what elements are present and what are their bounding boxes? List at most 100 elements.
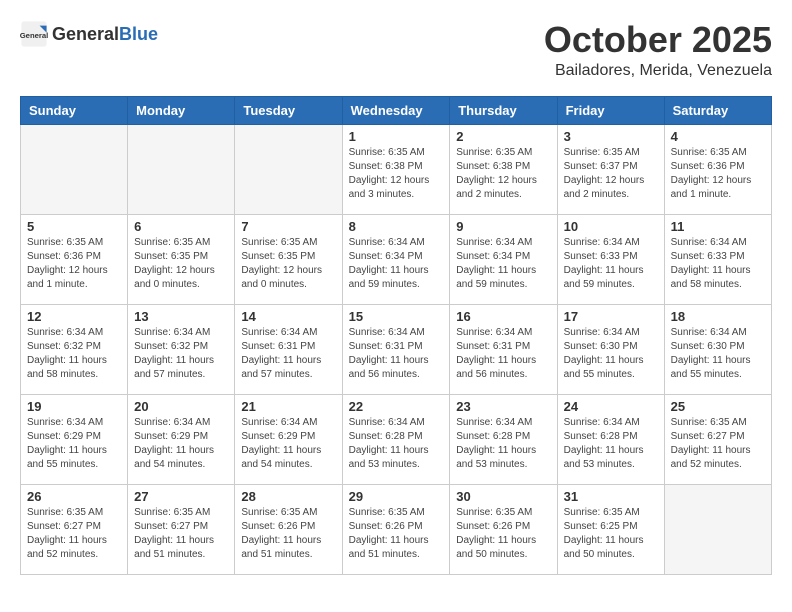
day-info: Sunrise: 6:34 AM Sunset: 6:29 PM Dayligh…: [27, 416, 121, 472]
day-info: Sunrise: 6:35 AM Sunset: 6:27 PM Dayligh…: [134, 506, 228, 562]
calendar-cell: 30 Sunrise: 6:35 AM Sunset: 6:26 PM Dayli…: [450, 484, 557, 574]
day-number: 8: [349, 219, 444, 234]
day-info: Sunrise: 6:34 AM Sunset: 6:28 PM Dayligh…: [564, 416, 658, 472]
day-number: 16: [456, 309, 550, 324]
day-number: 14: [241, 309, 335, 324]
calendar-cell: 21 Sunrise: 6:34 AM Sunset: 6:29 PM Dayli…: [235, 394, 342, 484]
day-number: 23: [456, 399, 550, 414]
day-number: 19: [27, 399, 121, 414]
day-info: Sunrise: 6:34 AM Sunset: 6:33 PM Dayligh…: [671, 236, 765, 292]
day-number: 30: [456, 489, 550, 504]
day-number: 10: [564, 219, 658, 234]
day-number: 24: [564, 399, 658, 414]
day-number: 26: [27, 489, 121, 504]
calendar-cell: 19 Sunrise: 6:34 AM Sunset: 6:29 PM Dayli…: [21, 394, 128, 484]
weekday-header-saturday: Saturday: [664, 96, 771, 124]
calendar-cell: 15 Sunrise: 6:34 AM Sunset: 6:31 PM Dayli…: [342, 304, 450, 394]
calendar-cell: 25 Sunrise: 6:35 AM Sunset: 6:27 PM Dayli…: [664, 394, 771, 484]
day-info: Sunrise: 6:34 AM Sunset: 6:32 PM Dayligh…: [27, 326, 121, 382]
day-number: 20: [134, 399, 228, 414]
day-info: Sunrise: 6:35 AM Sunset: 6:26 PM Dayligh…: [349, 506, 444, 562]
calendar-cell: 31 Sunrise: 6:35 AM Sunset: 6:25 PM Dayli…: [557, 484, 664, 574]
day-number: 2: [456, 129, 550, 144]
calendar-cell: 12 Sunrise: 6:34 AM Sunset: 6:32 PM Dayli…: [21, 304, 128, 394]
calendar-cell: 8 Sunrise: 6:34 AM Sunset: 6:34 PM Daylig…: [342, 214, 450, 304]
weekday-header-monday: Monday: [128, 96, 235, 124]
day-number: 21: [241, 399, 335, 414]
day-info: Sunrise: 6:34 AM Sunset: 6:30 PM Dayligh…: [671, 326, 765, 382]
title-area: October 2025 Bailadores, Merida, Venezue…: [544, 20, 772, 80]
calendar-cell: 27 Sunrise: 6:35 AM Sunset: 6:27 PM Dayli…: [128, 484, 235, 574]
calendar-cell: 4 Sunrise: 6:35 AM Sunset: 6:36 PM Daylig…: [664, 124, 771, 214]
day-info: Sunrise: 6:35 AM Sunset: 6:26 PM Dayligh…: [456, 506, 550, 562]
day-number: 7: [241, 219, 335, 234]
calendar-cell: 6Sunrise: 6:35 AM Sunset: 6:35 PM Daylig…: [128, 214, 235, 304]
day-info: Sunrise: 6:35 AM Sunset: 6:35 PM Dayligh…: [241, 236, 335, 292]
day-info: Sunrise: 6:34 AM Sunset: 6:29 PM Dayligh…: [134, 416, 228, 472]
calendar-cell: 17 Sunrise: 6:34 AM Sunset: 6:30 PM Dayli…: [557, 304, 664, 394]
calendar-cell: 18 Sunrise: 6:34 AM Sunset: 6:30 PM Dayli…: [664, 304, 771, 394]
day-info: Sunrise: 6:34 AM Sunset: 6:28 PM Dayligh…: [456, 416, 550, 472]
day-info: Sunrise: 6:35 AM Sunset: 6:27 PM Dayligh…: [671, 416, 765, 472]
day-number: 25: [671, 399, 765, 414]
day-number: 11: [671, 219, 765, 234]
calendar-cell: 29 Sunrise: 6:35 AM Sunset: 6:26 PM Dayli…: [342, 484, 450, 574]
day-info: Sunrise: 6:35 AM Sunset: 6:38 PM Dayligh…: [456, 146, 550, 202]
calendar-cell: 28 Sunrise: 6:35 AM Sunset: 6:26 PM Dayli…: [235, 484, 342, 574]
day-info: Sunrise: 6:35 AM Sunset: 6:25 PM Dayligh…: [564, 506, 658, 562]
calendar-cell: 20 Sunrise: 6:34 AM Sunset: 6:29 PM Dayli…: [128, 394, 235, 484]
day-number: 4: [671, 129, 765, 144]
week-row-4: 19 Sunrise: 6:34 AM Sunset: 6:29 PM Dayli…: [21, 394, 772, 484]
day-info: Sunrise: 6:35 AM Sunset: 6:26 PM Dayligh…: [241, 506, 335, 562]
weekday-header-row: SundayMondayTuesdayWednesdayThursdayFrid…: [21, 96, 772, 124]
calendar-cell: 14 Sunrise: 6:34 AM Sunset: 6:31 PM Dayli…: [235, 304, 342, 394]
day-number: 22: [349, 399, 444, 414]
day-number: 12: [27, 309, 121, 324]
week-row-5: 26 Sunrise: 6:35 AM Sunset: 6:27 PM Dayli…: [21, 484, 772, 574]
svg-text:General: General: [20, 31, 48, 40]
calendar-cell: [21, 124, 128, 214]
page-header: General General Blue October 2025 Bailad…: [20, 20, 772, 80]
logo-text-blue: Blue: [119, 24, 158, 45]
weekday-header-tuesday: Tuesday: [235, 96, 342, 124]
day-number: 18: [671, 309, 765, 324]
day-info: Sunrise: 6:34 AM Sunset: 6:31 PM Dayligh…: [241, 326, 335, 382]
day-number: 27: [134, 489, 228, 504]
weekday-header-friday: Friday: [557, 96, 664, 124]
day-number: 9: [456, 219, 550, 234]
day-info: Sunrise: 6:35 AM Sunset: 6:37 PM Dayligh…: [564, 146, 658, 202]
day-info: Sunrise: 6:34 AM Sunset: 6:30 PM Dayligh…: [564, 326, 658, 382]
day-number: 29: [349, 489, 444, 504]
calendar-cell: 22 Sunrise: 6:34 AM Sunset: 6:28 PM Dayli…: [342, 394, 450, 484]
day-info: Sunrise: 6:35 AM Sunset: 6:36 PM Dayligh…: [671, 146, 765, 202]
calendar-cell: 9 Sunrise: 6:34 AM Sunset: 6:34 PM Daylig…: [450, 214, 557, 304]
location-subtitle: Bailadores, Merida, Venezuela: [544, 62, 772, 80]
day-number: 17: [564, 309, 658, 324]
logo-icon: General: [20, 20, 48, 48]
day-number: 5: [27, 219, 121, 234]
day-number: 15: [349, 309, 444, 324]
day-number: 28: [241, 489, 335, 504]
day-number: 13: [134, 309, 228, 324]
calendar-cell: 1Sunrise: 6:35 AM Sunset: 6:38 PM Daylig…: [342, 124, 450, 214]
calendar-cell: 5Sunrise: 6:35 AM Sunset: 6:36 PM Daylig…: [21, 214, 128, 304]
calendar-cell: 24 Sunrise: 6:34 AM Sunset: 6:28 PM Dayli…: [557, 394, 664, 484]
day-info: Sunrise: 6:34 AM Sunset: 6:31 PM Dayligh…: [349, 326, 444, 382]
day-info: Sunrise: 6:35 AM Sunset: 6:38 PM Dayligh…: [349, 146, 444, 202]
logo-text-general: General: [52, 24, 119, 45]
day-info: Sunrise: 6:34 AM Sunset: 6:29 PM Dayligh…: [241, 416, 335, 472]
calendar-table: SundayMondayTuesdayWednesdayThursdayFrid…: [20, 96, 772, 575]
day-info: Sunrise: 6:34 AM Sunset: 6:34 PM Dayligh…: [349, 236, 444, 292]
calendar-cell: 23 Sunrise: 6:34 AM Sunset: 6:28 PM Dayli…: [450, 394, 557, 484]
calendar-cell: 13 Sunrise: 6:34 AM Sunset: 6:32 PM Dayli…: [128, 304, 235, 394]
day-info: Sunrise: 6:34 AM Sunset: 6:32 PM Dayligh…: [134, 326, 228, 382]
day-info: Sunrise: 6:34 AM Sunset: 6:34 PM Dayligh…: [456, 236, 550, 292]
month-year-title: October 2025: [544, 20, 772, 60]
day-info: Sunrise: 6:34 AM Sunset: 6:33 PM Dayligh…: [564, 236, 658, 292]
weekday-header-thursday: Thursday: [450, 96, 557, 124]
day-info: Sunrise: 6:35 AM Sunset: 6:35 PM Dayligh…: [134, 236, 228, 292]
day-info: Sunrise: 6:34 AM Sunset: 6:28 PM Dayligh…: [349, 416, 444, 472]
calendar-cell: 11 Sunrise: 6:34 AM Sunset: 6:33 PM Dayli…: [664, 214, 771, 304]
calendar-cell: [235, 124, 342, 214]
day-number: 31: [564, 489, 658, 504]
